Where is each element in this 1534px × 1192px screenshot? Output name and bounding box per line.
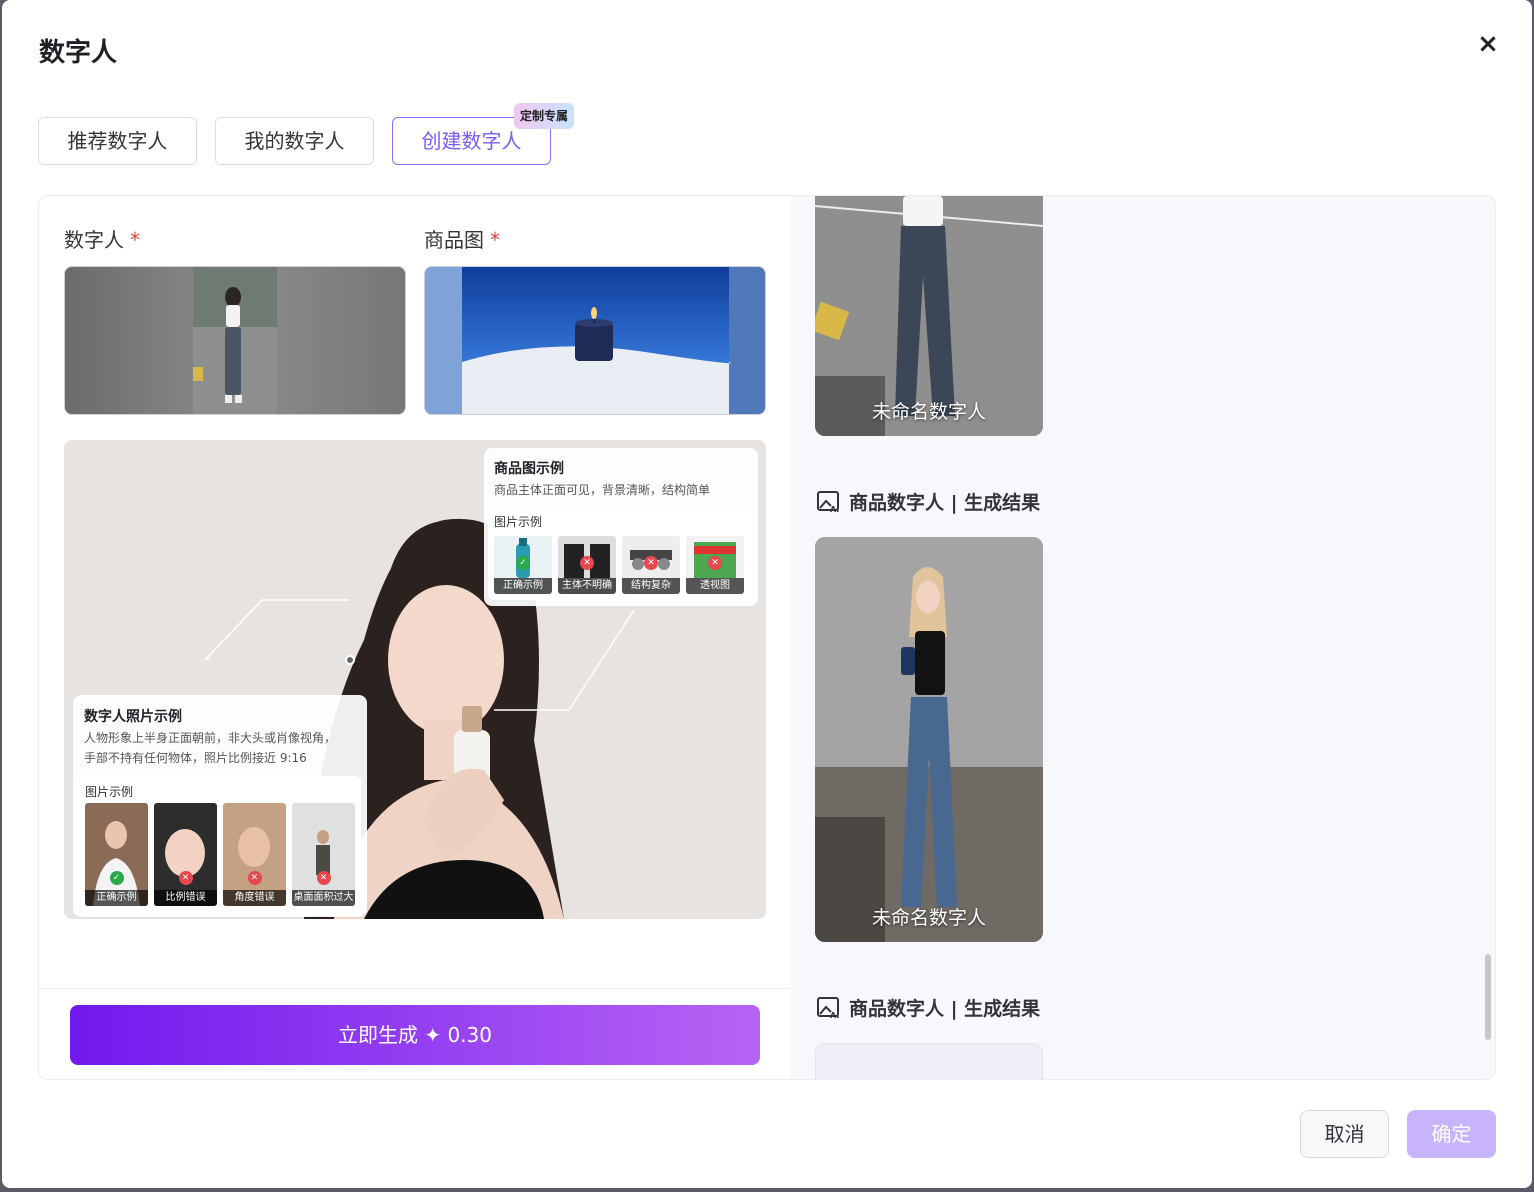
example-correct-image: ✓ 正确示例 xyxy=(494,536,552,594)
tab-my-digital-humans[interactable]: 我的数字人 xyxy=(215,117,374,165)
example-angle-photo: ✕ 角度错误 xyxy=(223,803,286,906)
results-section-heading: AI 商品数字人 | 生成结果 xyxy=(817,994,1040,1021)
human-example-desc-2: 手部不持有任何物体，照片比例接近 9:16 xyxy=(84,751,307,765)
ai-image-icon: AI xyxy=(817,996,841,1020)
result-card[interactable]: 未命名数字人 xyxy=(815,537,1043,942)
human-example-title: 数字人照片示例 xyxy=(84,709,182,725)
digital-human-upload[interactable] xyxy=(64,266,406,415)
result-card-placeholder xyxy=(815,1043,1043,1079)
product-example-card: 商品图示例 商品主体正面可见，背景清晰，结构简单 图片示例 ✓ 正确示例 ✕ 主… xyxy=(484,448,758,606)
product-image-label: 商品图 * xyxy=(424,228,500,252)
cross-icon: ✕ xyxy=(580,556,594,570)
example-caption: 比例错误 xyxy=(154,890,217,906)
generate-button[interactable]: 立即生成 ✦ 0.30 xyxy=(70,1005,760,1065)
example-caption: 透视图 xyxy=(686,578,744,594)
ai-image-icon: AI xyxy=(817,490,841,514)
example-ratio-photo: ✕ 比例错误 xyxy=(154,803,217,906)
example-caption: 桌面面积过大 xyxy=(292,890,355,906)
cancel-button[interactable]: 取消 xyxy=(1300,1110,1389,1158)
product-example-title: 商品图示例 xyxy=(494,461,564,477)
example-unclear-image: ✕ 主体不明确 xyxy=(558,536,616,594)
result-card[interactable]: 未命名数字人 xyxy=(815,196,1043,436)
digital-human-photo xyxy=(193,267,277,414)
result-photo xyxy=(815,537,1043,942)
results-scrollbar[interactable] xyxy=(1485,954,1491,1040)
example-caption: 正确示例 xyxy=(494,578,552,594)
images-label: 图片示例 xyxy=(494,515,543,529)
product-photo xyxy=(425,267,765,414)
required-mark: * xyxy=(130,228,140,252)
product-example-images: 图片示例 ✓ 正确示例 ✕ 主体不明确 ✕ 结构复杂 ✕ 透视图 xyxy=(488,506,754,600)
example-perspective-image: ✕ 透视图 xyxy=(686,536,744,594)
form-area: 数字人 * 商品图 * 商品图示例 商品主体正面可见，背景清晰，结构简单 图片示… xyxy=(39,196,791,1079)
digital-human-label: 数字人 * xyxy=(64,228,140,252)
close-icon[interactable]: × xyxy=(1474,30,1502,58)
check-icon: ✓ xyxy=(109,871,124,885)
example-caption: 角度错误 xyxy=(223,890,286,906)
cross-icon: ✕ xyxy=(178,871,193,885)
product-image-upload[interactable] xyxy=(424,266,766,415)
images-label: 图片示例 xyxy=(85,785,134,799)
example-caption: 结构复杂 xyxy=(622,578,680,594)
human-example-images: 图片示例 ✓ 正确示例 ✕ 比例错误 ✕ 角度错误 ✕ 桌面面积过大 xyxy=(79,776,361,916)
product-example-desc: 商品主体正面可见，背景清晰，结构简单 xyxy=(494,483,711,497)
confirm-button[interactable]: 确定 xyxy=(1407,1110,1496,1158)
results-section-heading: AI 商品数字人 | 生成结果 xyxy=(817,488,1040,515)
cross-icon: ✕ xyxy=(644,556,658,570)
example-correct-photo: ✓ 正确示例 xyxy=(85,803,148,906)
result-name: 未命名数字人 xyxy=(871,907,986,929)
create-panel: 数字人 * 商品图 * 商品图示例 商品主体正面可见，背景清晰，结构简单 图片示… xyxy=(38,195,1496,1080)
check-icon: ✓ xyxy=(516,556,530,570)
cross-icon: ✕ xyxy=(316,871,331,885)
dialog-title: 数字人 xyxy=(39,38,118,68)
results-area: 未命名数字人 AI 商品数字人 | 生成结果 未命名数字人 AI 商品数字人 |… xyxy=(791,196,1495,1079)
custom-exclusive-badge: 定制专属 xyxy=(514,103,575,129)
tab-recommended[interactable]: 推荐数字人 xyxy=(38,117,197,165)
dialog: 数字人 × 推荐数字人 我的数字人 创建数字人 定制专属 数字人* 商品图* xyxy=(2,0,1532,1188)
human-example-desc-1: 人物形象上半身正面朝前，非大头或肖像视角， xyxy=(84,731,337,745)
human-example-card: 数字人照片示例 人物形象上半身正面朝前，非大头或肖像视角， 手部不持有任何物体，… xyxy=(73,695,367,917)
cross-icon: ✕ xyxy=(708,556,722,570)
example-desk-photo: ✕ 桌面面积过大 xyxy=(292,803,355,906)
example-caption: 正确示例 xyxy=(85,890,148,906)
cross-icon: ✕ xyxy=(247,871,262,885)
result-name: 未命名数字人 xyxy=(871,401,986,423)
generate-bar: 立即生成 ✦ 0.30 xyxy=(39,988,791,1079)
svg-text:AI: AI xyxy=(830,1011,839,1019)
svg-text:AI: AI xyxy=(830,505,839,513)
required-mark: * xyxy=(490,228,500,252)
example-guide: 商品图示例 商品主体正面可见，背景清晰，结构简单 图片示例 ✓ 正确示例 ✕ 主… xyxy=(64,440,766,919)
example-complex-image: ✕ 结构复杂 xyxy=(622,536,680,594)
example-caption: 主体不明确 xyxy=(558,578,616,594)
